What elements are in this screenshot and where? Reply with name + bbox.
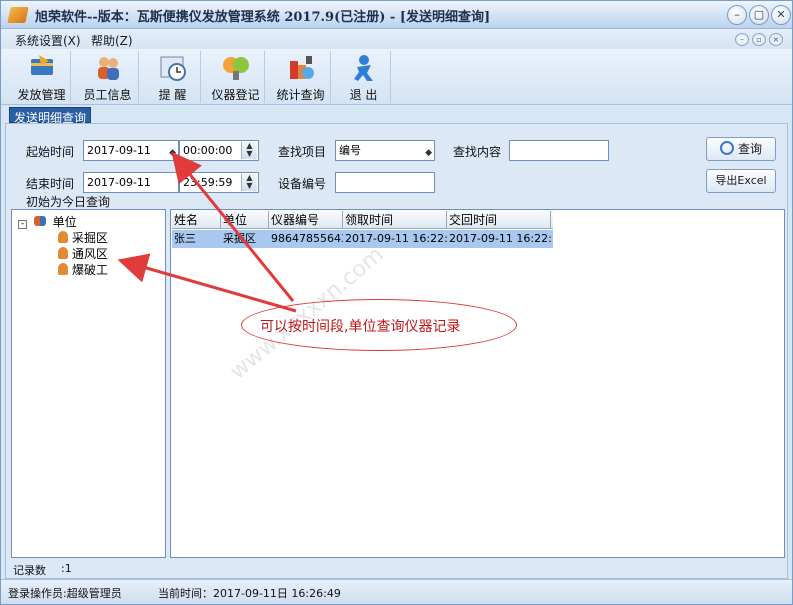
arrow-to-time-fields [171, 151, 295, 302]
main-window: 旭荣软件--版本：瓦斯便携仪发放管理系统 2017.9(已注册) - [发送明细… [0, 0, 793, 605]
annotation-text: 可以按时间段,单位查询仪器记录 [260, 319, 461, 335]
arrow-to-unit-tree [117, 253, 297, 313]
